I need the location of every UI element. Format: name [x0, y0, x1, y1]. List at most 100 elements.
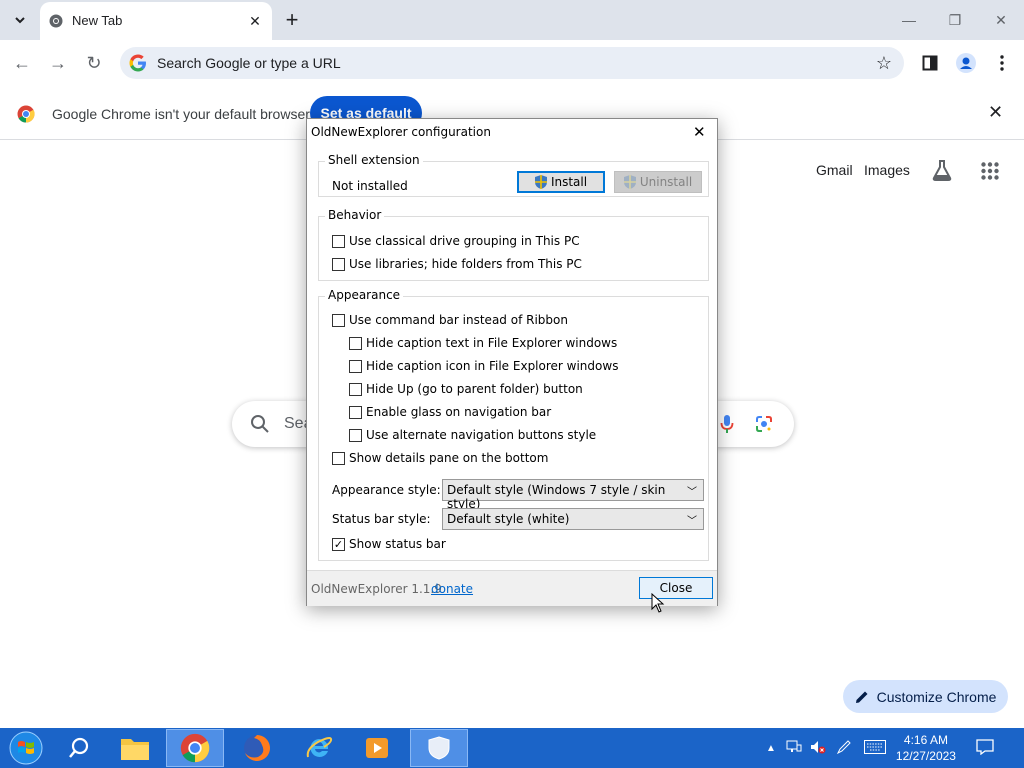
appearance-style-select[interactable]: Default style (Windows 7 style / skin st…: [442, 479, 704, 511]
checkbox-box[interactable]: [332, 451, 345, 465]
checkbox-label: Hide caption text in File Explorer windo…: [366, 336, 618, 350]
gmail-link[interactable]: Gmail: [816, 162, 853, 178]
checkbox-hide-caption-text[interactable]: Hide caption text in File Explorer windo…: [349, 336, 617, 350]
system-tray: ▲ 4:16 AM 12/27/2023: [766, 728, 994, 768]
uninstall-button[interactable]: Uninstall: [614, 171, 702, 193]
checkbox-hide-up-button[interactable]: Hide Up (go to parent folder) button: [349, 382, 583, 396]
file-explorer-icon[interactable]: [106, 729, 164, 767]
keyboard-icon[interactable]: [863, 739, 886, 757]
donate-link[interactable]: donate: [431, 582, 473, 596]
volume-muted-icon[interactable]: [810, 740, 826, 757]
behavior-legend: Behavior: [325, 208, 385, 222]
taskbar: ▲ 4:16 AM 12/27/2023: [0, 728, 1024, 768]
checkbox-box[interactable]: [349, 405, 362, 419]
behavior-group: Behavior Use classical drive grouping in…: [318, 208, 709, 281]
tray-expand-icon[interactable]: ▲: [766, 743, 776, 754]
google-g-icon: [129, 54, 146, 72]
chrome-logo-icon: [17, 105, 35, 123]
toolbar: ← → ↻ Search Google or type a URL ☆: [0, 40, 1024, 86]
appearance-style-label: Appearance style:: [332, 483, 441, 497]
checkbox-box[interactable]: [349, 336, 362, 350]
oldnewexplorer-dialog: OldNewExplorer configuration ✕ Shell ext…: [306, 118, 718, 606]
notification-icon[interactable]: [976, 738, 994, 758]
labs-flask-icon[interactable]: [931, 159, 953, 181]
shell-extension-group: Shell extension Not installed Install Un…: [318, 153, 709, 197]
chevron-down-icon: [15, 17, 25, 24]
dialog-close-icon[interactable]: ✕: [693, 123, 706, 141]
oldnewexplorer-taskbar-icon[interactable]: [410, 729, 468, 767]
status-bar-style-select[interactable]: Default style (white) ﹀: [442, 508, 704, 530]
checkbox-box[interactable]: [332, 234, 345, 248]
checkbox-show-status-bar[interactable]: ✓ Show status bar: [332, 537, 446, 551]
window-close-icon[interactable]: ✕: [988, 8, 1014, 32]
new-tab-button[interactable]: +: [280, 7, 304, 32]
media-player-icon[interactable]: [348, 729, 406, 767]
customize-chrome-button[interactable]: Customize Chrome: [843, 680, 1008, 713]
checkbox-label: Use libraries; hide folders from This PC: [349, 257, 582, 271]
clock[interactable]: 4:16 AM 12/27/2023: [896, 732, 956, 764]
checkbox-box[interactable]: [349, 382, 362, 396]
status-bar-style-label: Status bar style:: [332, 512, 431, 526]
tab-close-icon[interactable]: ✕: [245, 11, 265, 31]
checkbox-box[interactable]: [332, 257, 345, 271]
shell-status-text: Not installed: [332, 179, 408, 193]
tab-strip: New Tab ✕ + — ❐ ✕: [0, 0, 1024, 40]
lens-search-icon[interactable]: [754, 414, 774, 434]
checkbox-label: Enable glass on navigation bar: [366, 405, 552, 419]
taskbar-search-icon[interactable]: [50, 729, 108, 767]
images-link[interactable]: Images: [864, 162, 910, 178]
pen-icon[interactable]: [836, 739, 852, 758]
checkbox-command-bar[interactable]: Use command bar instead of Ribbon: [332, 313, 568, 327]
install-button[interactable]: Install: [517, 171, 605, 193]
checkbox-box[interactable]: [332, 313, 345, 327]
forward-icon[interactable]: →: [44, 49, 72, 77]
uac-shield-disabled-icon: [623, 175, 636, 189]
checkbox-classical-drive-grouping[interactable]: Use classical drive grouping in This PC: [332, 234, 580, 248]
appearance-style-value: Default style (Windows 7 style / skin st…: [447, 483, 666, 511]
chevron-down-icon: ﹀: [687, 487, 697, 498]
tab-search-button[interactable]: [6, 6, 34, 34]
infobar-close-icon[interactable]: ✕: [988, 102, 1003, 123]
checkbox-box[interactable]: [349, 359, 362, 373]
bookmark-star-icon[interactable]: ☆: [876, 53, 892, 74]
checkbox-enable-glass[interactable]: Enable glass on navigation bar: [349, 405, 551, 419]
omnibox[interactable]: Search Google or type a URL ☆: [120, 47, 904, 79]
infobar-message: Google Chrome isn't your default browser: [52, 106, 310, 122]
firefox-icon[interactable]: [228, 729, 286, 767]
checkbox-box[interactable]: [349, 428, 362, 442]
chevron-down-icon: ﹀: [687, 516, 697, 527]
omnibox-placeholder: Search Google or type a URL: [157, 55, 341, 71]
voice-search-icon[interactable]: [720, 414, 734, 434]
checkbox-hide-caption-icon[interactable]: Hide caption icon in File Explorer windo…: [349, 359, 618, 373]
minimize-icon[interactable]: —: [896, 8, 922, 32]
appearance-group: Appearance Use command bar instead of Ri…: [318, 288, 709, 561]
checkbox-label: Show status bar: [349, 537, 446, 551]
chrome-menu-icon[interactable]: [988, 49, 1016, 77]
network-icon[interactable]: [786, 740, 802, 757]
checkbox-label: Use command bar instead of Ribbon: [349, 313, 568, 327]
apps-grid-icon[interactable]: [981, 162, 999, 180]
tab-new-tab[interactable]: New Tab ✕: [40, 2, 272, 40]
chrome-taskbar-icon[interactable]: [166, 729, 224, 767]
checkbox-details-pane-bottom[interactable]: Show details pane on the bottom: [332, 451, 548, 465]
start-button[interactable]: [0, 729, 52, 767]
uninstall-label: Uninstall: [639, 175, 693, 189]
checkbox-label: Hide caption icon in File Explorer windo…: [366, 359, 619, 373]
tab-title: New Tab: [72, 13, 123, 28]
install-label: Install: [550, 175, 588, 189]
restore-icon[interactable]: ❐: [942, 8, 968, 32]
checkbox-label: Hide Up (go to parent folder) button: [366, 382, 583, 396]
clock-date: 12/27/2023: [895, 749, 956, 763]
customize-chrome-label: Customize Chrome: [876, 688, 997, 705]
reload-icon[interactable]: ↻: [80, 49, 108, 77]
version-text: OldNewExplorer 1.1.9: [311, 582, 442, 596]
checkbox-alternate-nav-buttons[interactable]: Use alternate navigation buttons style: [349, 428, 596, 442]
checkbox-box-checked[interactable]: ✓: [332, 537, 345, 551]
internet-explorer-icon[interactable]: [290, 729, 348, 767]
uac-shield-icon: [534, 175, 547, 189]
back-icon[interactable]: ←: [8, 49, 36, 77]
checkbox-use-libraries[interactable]: Use libraries; hide folders from This PC: [332, 257, 582, 271]
profile-avatar-icon[interactable]: [952, 49, 980, 77]
side-panel-icon[interactable]: [916, 49, 944, 77]
pencil-icon: [855, 691, 868, 703]
